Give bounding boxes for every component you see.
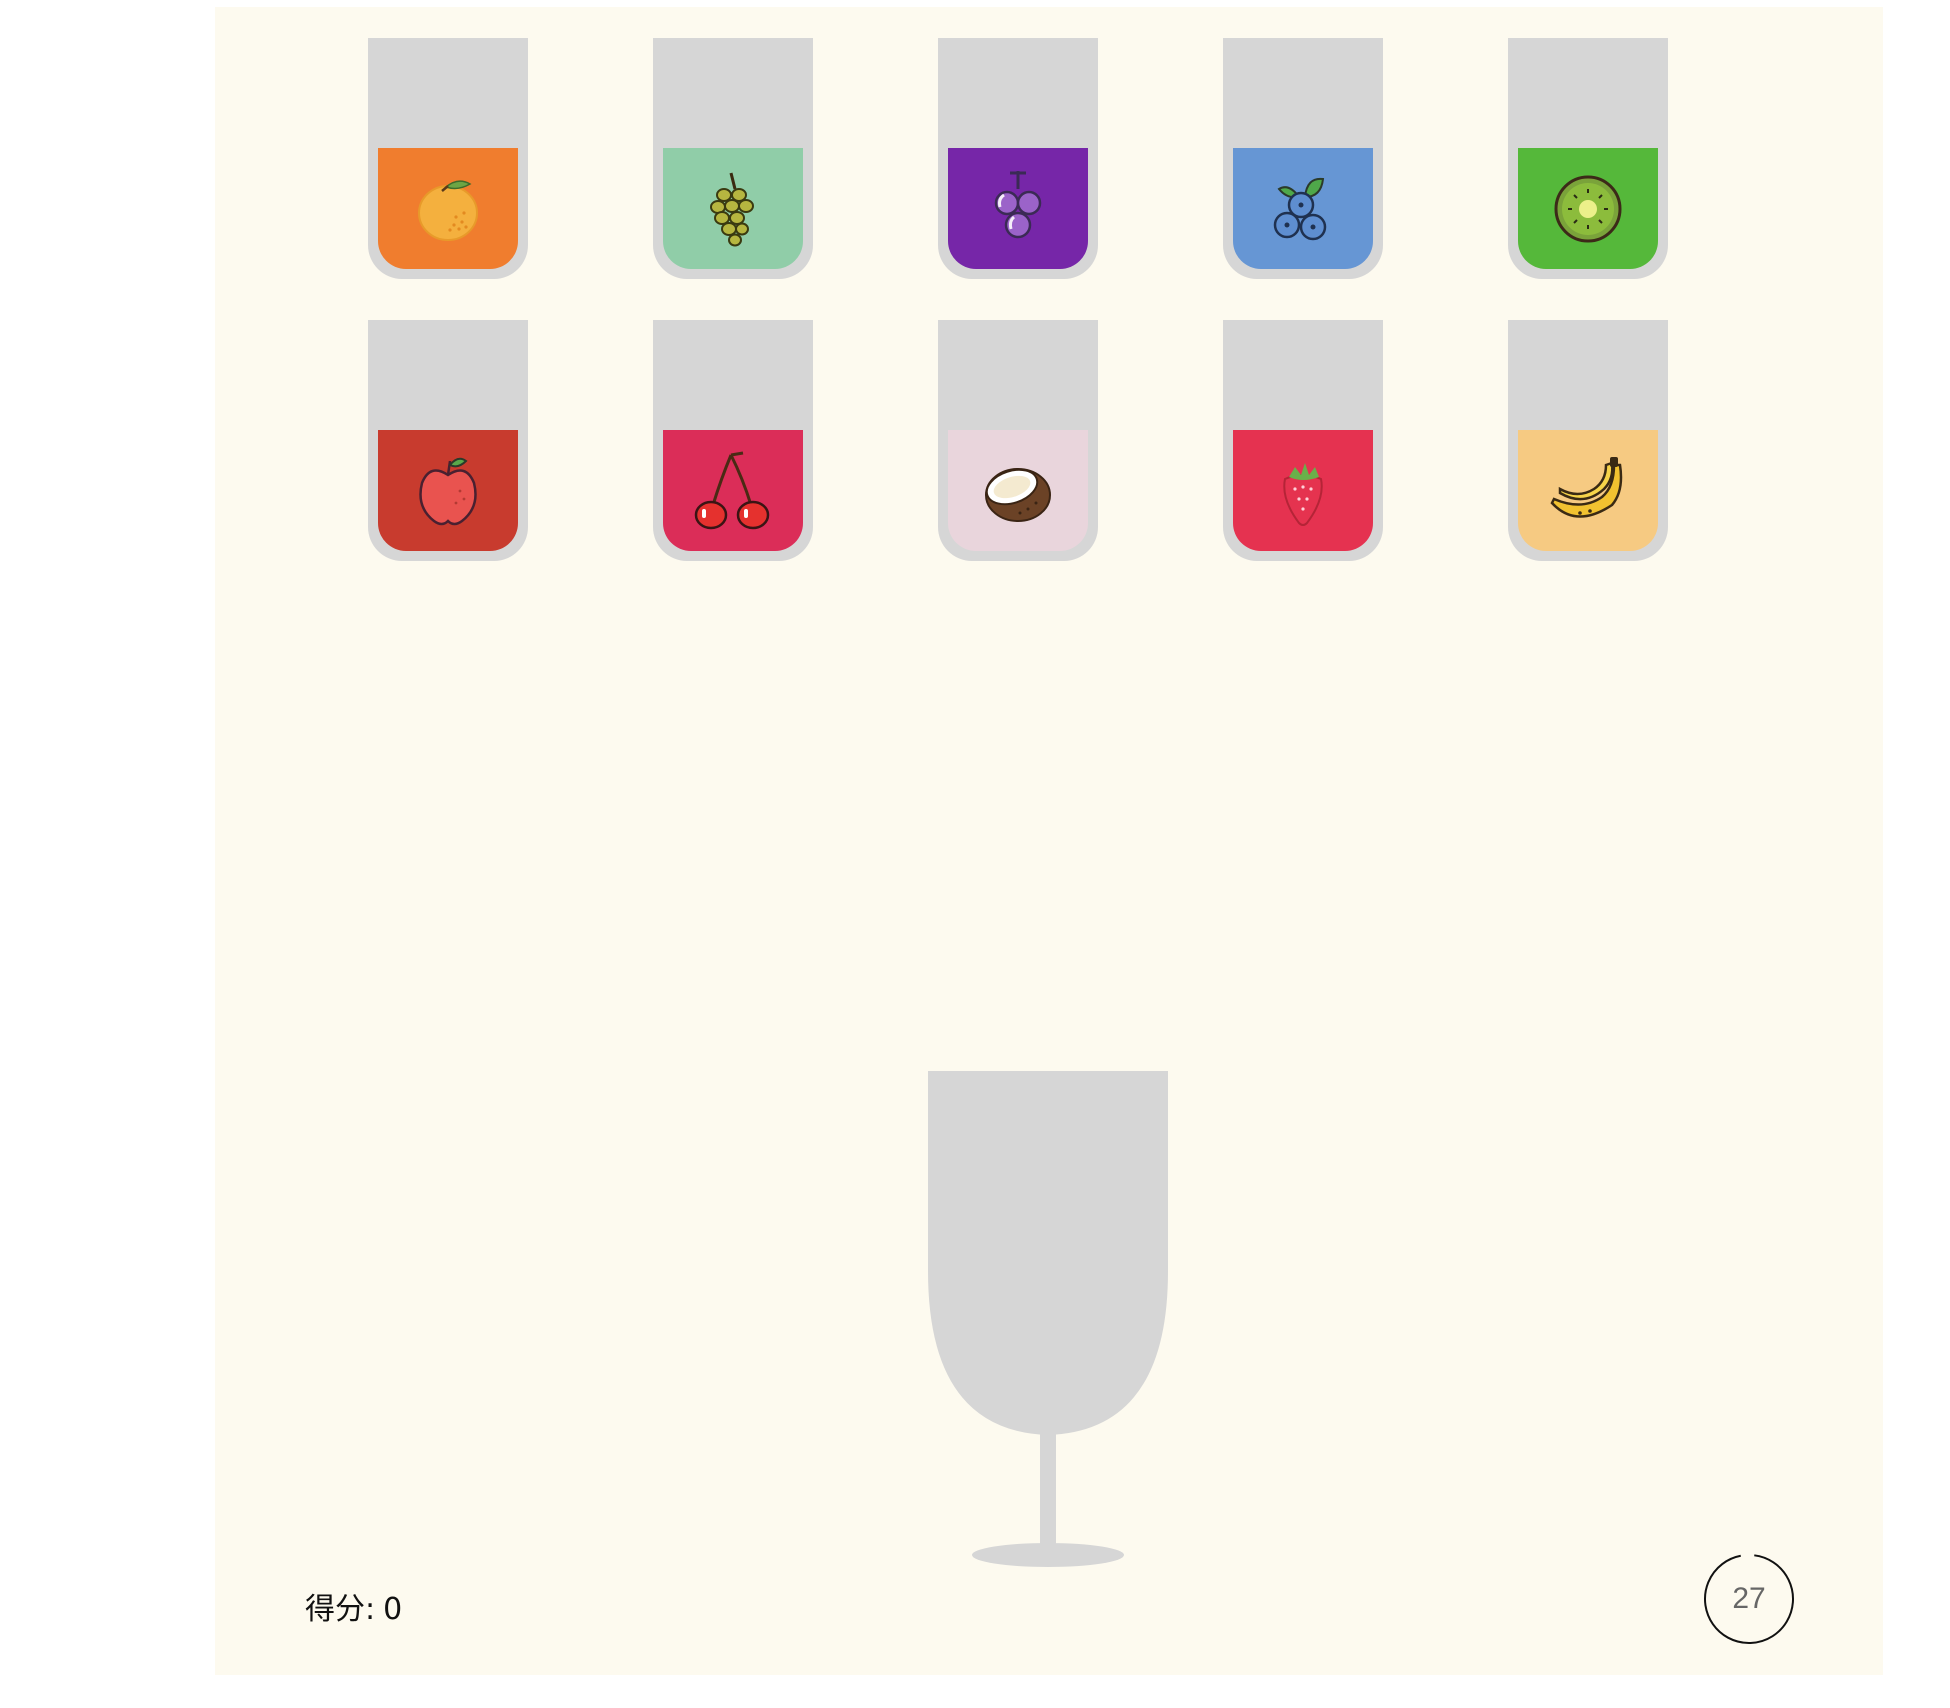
juice-fill <box>663 148 803 269</box>
juice-fill <box>1233 148 1373 269</box>
juice-cup-coconut[interactable] <box>938 320 1098 561</box>
green-grapes-icon <box>710 172 754 246</box>
banana-icon <box>1550 456 1623 518</box>
glass-stem <box>1040 1431 1056 1555</box>
juice-fill <box>948 430 1088 551</box>
countdown-timer: 27 <box>1703 1553 1795 1645</box>
juice-fill <box>1233 430 1373 551</box>
orange-icon <box>418 179 478 241</box>
juice-cup-blueberry[interactable] <box>1223 38 1383 279</box>
wine-glass[interactable] <box>928 1071 1168 1577</box>
juice-cup-cherry[interactable] <box>653 320 813 561</box>
juice-fill <box>378 148 518 269</box>
juice-cup-purple-grapes[interactable] <box>938 38 1098 279</box>
timer-value: 27 <box>1732 1582 1766 1615</box>
cherry-icon <box>694 451 770 529</box>
blueberry-icon <box>1273 177 1327 240</box>
apple-icon <box>419 457 477 525</box>
juice-fill <box>1518 430 1658 551</box>
juice-fill <box>948 148 1088 269</box>
score-display: 得分: 0 <box>305 1584 402 1628</box>
juice-fill <box>663 430 803 551</box>
glass-base <box>972 1543 1124 1567</box>
juice-cup-orange[interactable] <box>368 38 528 279</box>
kiwi-icon <box>1554 175 1622 242</box>
score-label: 得分: <box>305 1592 376 1627</box>
juice-cup-strawberry[interactable] <box>1223 320 1383 561</box>
purple-grapes-icon <box>994 170 1042 238</box>
juice-cup-apple[interactable] <box>368 320 528 561</box>
juice-fill <box>378 430 518 551</box>
game-stage: 得分: 0 27 <box>215 7 1883 1675</box>
juice-cup-kiwi[interactable] <box>1508 38 1668 279</box>
coconut-icon <box>985 467 1051 522</box>
juice-cup-green-grapes[interactable] <box>653 38 813 279</box>
juice-cup-banana[interactable] <box>1508 320 1668 561</box>
juice-fill <box>1518 148 1658 269</box>
score-value: 0 <box>383 1592 403 1627</box>
glass-bowl <box>928 1071 1168 1435</box>
strawberry-icon <box>1283 462 1323 526</box>
